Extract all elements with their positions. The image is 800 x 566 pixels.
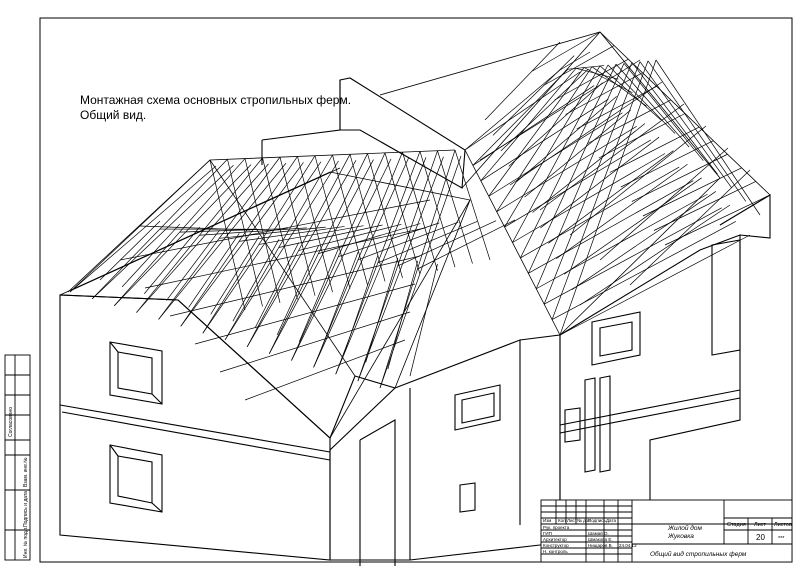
right-truss-webs — [464, 31, 771, 336]
drawing-title: Монтажная схема основных стропильных фер… — [80, 93, 351, 123]
stamp-sign-date: Подпись и дата — [23, 491, 29, 527]
window-left-upper — [109, 341, 163, 405]
sign-date-value: 24.04.13 — [619, 543, 637, 548]
stamp-replace-inv: Взам. инв.№ — [23, 457, 29, 487]
role-control: Н. контроль — [543, 549, 568, 554]
col-sign: Подпись — [588, 518, 606, 523]
window-left-lower — [109, 444, 163, 513]
drawing-title-line1: Монтажная схема основных стропильных фер… — [80, 93, 352, 107]
name-architect: Шмакова Е. — [588, 537, 613, 542]
role-engineer: Конструктор — [543, 543, 569, 548]
sheets-total: *** — [778, 536, 785, 542]
sheet-title: Общий вид стропильных ферм — [650, 550, 747, 558]
drawing-title-line2: Общий вид. — [80, 108, 147, 122]
drawing-sheet: Согласовано Взам. инв.№ Подпись и дата И… — [4, 17, 793, 566]
role-gip: ГИП — [543, 531, 552, 536]
left-truss-webs — [69, 149, 516, 401]
house-isometric-drawing — [59, 77, 771, 566]
sheet-number: 20 — [756, 533, 765, 542]
col-izm: Изм — [543, 518, 551, 523]
stage-header: Стадия — [727, 522, 746, 528]
role-architect: Архитектор — [543, 537, 567, 542]
col-list: Лист — [567, 518, 577, 523]
window-right-upper — [591, 311, 641, 366]
name-engineer: Нищаров В. — [588, 543, 613, 548]
stamp-inv-orig: Инв. № подл. — [23, 527, 29, 558]
sheets-header: Листов — [774, 522, 792, 528]
sheet-header: Лист — [754, 522, 766, 528]
col-kol: Кол — [558, 518, 566, 523]
col-date: Дата — [606, 518, 616, 523]
role-head: Рук. проекта — [543, 525, 570, 530]
object-line2: Жуковка — [667, 533, 694, 540]
name-gip: Шамай О. — [588, 530, 609, 536]
object-line1: Жилой дом — [667, 524, 702, 532]
stamp-approved: Согласовано — [8, 407, 14, 437]
window-right-tall — [711, 239, 741, 356]
left-gable-wall — [59, 294, 397, 561]
